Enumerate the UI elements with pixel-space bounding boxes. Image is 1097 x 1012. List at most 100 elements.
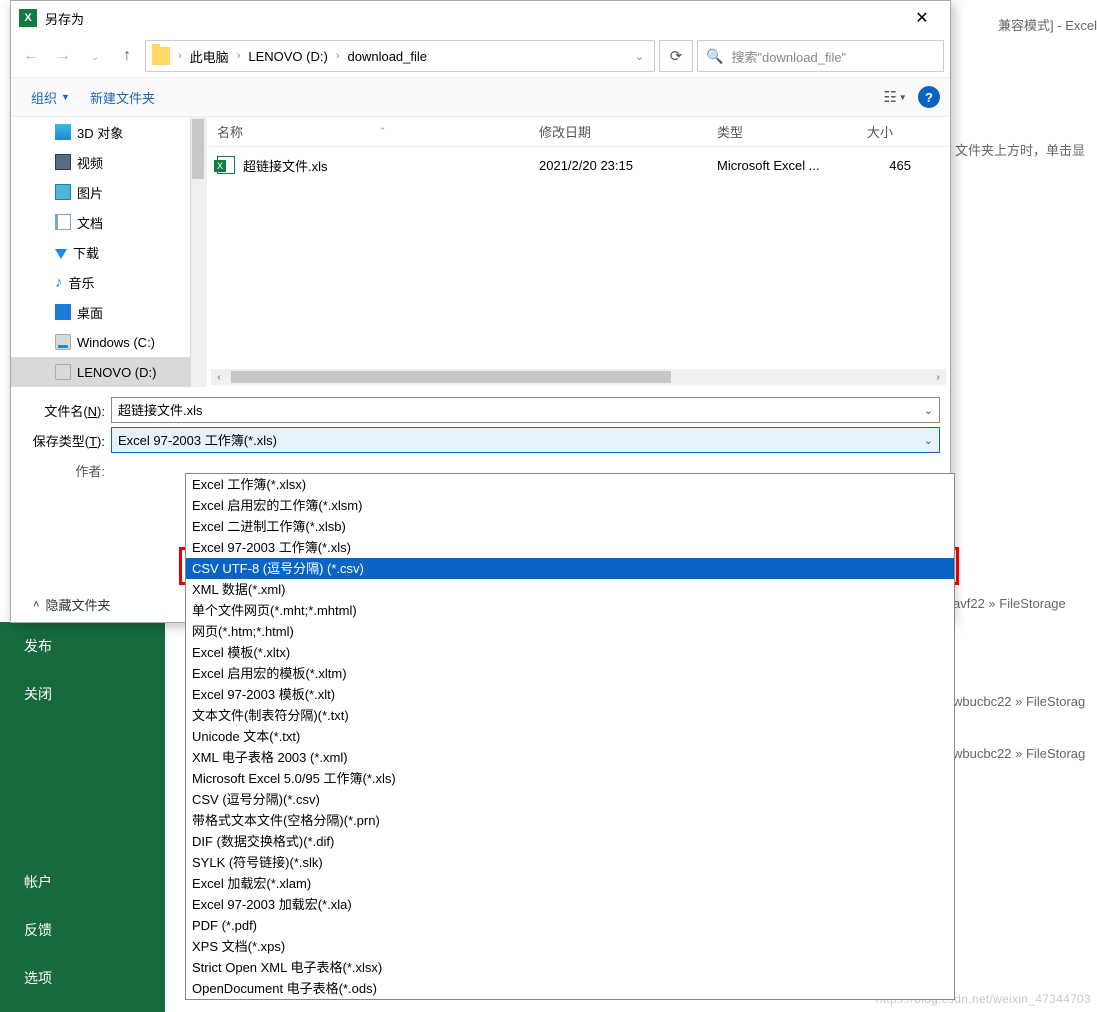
savetype-option[interactable]: XML 电子表格 2003 (*.xml)	[186, 747, 954, 768]
savetype-option[interactable]: 单个文件网页(*.mht;*.mhtml)	[186, 600, 954, 621]
dialog-title: 另存为	[45, 9, 902, 28]
savetype-option[interactable]: Excel 加载宏(*.xlam)	[186, 873, 954, 894]
search-placeholder: 搜索"download_file"	[731, 47, 846, 66]
drive-icon	[55, 364, 71, 380]
tree-drive-d[interactable]: LENOVO (D:)⌄	[11, 357, 206, 387]
scroll-left-icon[interactable]: ‹	[211, 369, 227, 385]
chevron-down-icon[interactable]: ⌄	[631, 50, 648, 63]
breadcrumb-2[interactable]: download_file	[348, 49, 428, 64]
tree-pictures[interactable]: 图片	[11, 177, 206, 207]
tree-music[interactable]: ♪音乐	[11, 267, 206, 297]
folder-tree[interactable]: 3D 对象 视频 图片 文档 下载 ♪音乐 桌面 Windows (C:) LE…	[11, 117, 206, 387]
chevron-up-icon: ˄	[33, 599, 39, 611]
bg-path-2: wbucbc22 » FileStorag	[953, 694, 1085, 709]
bg-hint: 文件夹上方时，单击显	[955, 140, 1085, 159]
savetype-option[interactable]: Excel 97-2003 工作簿(*.xls)	[186, 537, 954, 558]
savetype-option[interactable]: PDF (*.pdf)	[186, 915, 954, 936]
sidebar-options[interactable]: 选项	[0, 954, 165, 1002]
savetype-option[interactable]: Excel 模板(*.xltx)	[186, 642, 954, 663]
savetype-input[interactable]: Excel 97-2003 工作簿(*.xls)⌄	[111, 427, 940, 453]
savetype-option[interactable]: XML 数据(*.xml)	[186, 579, 954, 600]
folder-icon	[152, 47, 170, 65]
excel-icon: X	[19, 9, 37, 27]
chevron-right-icon[interactable]: ›	[233, 50, 245, 62]
list-h-scrollbar[interactable]: ‹ ›	[211, 369, 946, 385]
sidebar-publish[interactable]: 发布	[0, 622, 165, 670]
chevron-down-icon[interactable]: ⌄	[924, 434, 933, 447]
toolbar: 组织 ▼ 新建文件夹 ☷▼ ?	[11, 77, 950, 117]
hide-folders-toggle[interactable]: ˄ 隐藏文件夹	[33, 595, 110, 614]
nav-forward-icon: →	[49, 42, 77, 70]
file-row[interactable]: 超链接文件.xls 2021/2/20 23:15 Microsoft Exce…	[207, 147, 950, 183]
savetype-dropdown[interactable]: Excel 工作簿(*.xlsx)Excel 启用宏的工作簿(*.xlsm)Ex…	[185, 473, 955, 1000]
chevron-down-icon[interactable]: ⌄	[924, 404, 933, 417]
sort-asc-icon: ⌃	[379, 126, 387, 137]
col-name[interactable]: 名称⌃	[207, 117, 529, 146]
tree-documents[interactable]: 文档	[11, 207, 206, 237]
savetype-option[interactable]: CSV UTF-8 (逗号分隔) (*.csv)	[186, 558, 954, 579]
tree-videos[interactable]: 视频	[11, 147, 206, 177]
savetype-option[interactable]: CSV (逗号分隔)(*.csv)	[186, 789, 954, 810]
chevron-right-icon[interactable]: ›	[332, 50, 344, 62]
savetype-option[interactable]: Unicode 文本(*.txt)	[186, 726, 954, 747]
savetype-option[interactable]: Excel 二进制工作簿(*.xlsb)	[186, 516, 954, 537]
new-folder-button[interactable]: 新建文件夹	[80, 84, 165, 111]
tree-downloads[interactable]: 下载	[11, 237, 206, 267]
savetype-option[interactable]: 网页(*.htm;*.html)	[186, 621, 954, 642]
savetype-option[interactable]: 文本文件(制表符分隔)(*.txt)	[186, 705, 954, 726]
breadcrumb-1[interactable]: LENOVO (D:)	[248, 49, 327, 64]
savetype-option[interactable]: Excel 启用宏的模板(*.xltm)	[186, 663, 954, 684]
col-date[interactable]: 修改日期	[529, 117, 707, 146]
scroll-thumb[interactable]	[231, 371, 671, 383]
savetype-option[interactable]: 带格式文本文件(空格分隔)(*.prn)	[186, 810, 954, 831]
savetype-option[interactable]: DIF (数据交换格式)(*.dif)	[186, 831, 954, 852]
address-bar[interactable]: › 此电脑 › LENOVO (D:) › download_file ⌄	[145, 40, 655, 72]
nav-up-icon[interactable]: ↑	[113, 42, 141, 70]
savetype-option[interactable]: SYLK (符号链接)(*.slk)	[186, 852, 954, 873]
search-input[interactable]: 🔍 搜索"download_file"	[697, 40, 944, 72]
refresh-icon[interactable]: ⟳	[659, 40, 693, 72]
search-icon: 🔍	[706, 48, 723, 65]
help-icon[interactable]: ?	[918, 86, 940, 108]
savetype-option[interactable]: Strict Open XML 电子表格(*.xlsx)	[186, 957, 954, 978]
save-as-dialog: X 另存为 ✕ ← → ⌄ ↑ › 此电脑 › LENOVO (D:) › do…	[10, 0, 951, 623]
savetype-option[interactable]: Excel 97-2003 模板(*.xlt)	[186, 684, 954, 705]
col-type[interactable]: 类型	[707, 117, 857, 146]
tree-scrollbar[interactable]	[190, 117, 206, 387]
excel-backstage-sidebar: 发布 关闭 帐户 反馈 选项	[0, 622, 165, 1012]
savetype-option[interactable]: Excel 启用宏的工作簿(*.xlsm)	[186, 495, 954, 516]
close-icon[interactable]: ✕	[902, 4, 942, 32]
col-size[interactable]: 大小	[857, 117, 921, 146]
author-label: 作者:	[21, 457, 105, 480]
savetype-option[interactable]: Excel 工作簿(*.xlsx)	[186, 474, 954, 495]
savetype-label: 保存类型(T):	[21, 431, 105, 450]
chevron-right-icon[interactable]: ›	[174, 50, 186, 62]
tree-drive-c[interactable]: Windows (C:)	[11, 327, 206, 357]
breadcrumb-0[interactable]: 此电脑	[190, 47, 229, 66]
view-mode-icon[interactable]: ☷▼	[880, 86, 910, 108]
nav-recent-caret-icon[interactable]: ⌄	[81, 42, 109, 70]
picture-icon	[55, 184, 71, 200]
desktop-icon	[55, 304, 71, 320]
video-icon	[55, 154, 71, 170]
nav-back-icon[interactable]: ←	[17, 42, 45, 70]
filename-label: 文件名(N):	[21, 401, 105, 420]
3d-icon	[55, 124, 71, 140]
sidebar-close[interactable]: 关闭	[0, 670, 165, 718]
download-icon	[55, 249, 67, 259]
savetype-option[interactable]: OpenDocument 电子表格(*.ods)	[186, 978, 954, 999]
organize-button[interactable]: 组织 ▼	[21, 84, 80, 111]
tree-3d-objects[interactable]: 3D 对象	[11, 117, 206, 147]
file-list[interactable]: 名称⌃ 修改日期 类型 大小 超链接文件.xls 2021/2/20 23:15…	[207, 117, 950, 387]
scroll-right-icon[interactable]: ›	[930, 369, 946, 385]
filename-input[interactable]: 超链接文件.xls⌄	[111, 397, 940, 423]
savetype-option[interactable]: XPS 文档(*.xps)	[186, 936, 954, 957]
sidebar-feedback[interactable]: 反馈	[0, 906, 165, 954]
savetype-option[interactable]: Microsoft Excel 5.0/95 工作簿(*.xls)	[186, 768, 954, 789]
excel-window-title: 兼容模式] - Excel	[998, 15, 1097, 34]
sidebar-account[interactable]: 帐户	[0, 858, 165, 906]
savetype-option[interactable]: Excel 97-2003 加载宏(*.xla)	[186, 894, 954, 915]
bg-path-3: wbucbc22 » FileStorag	[953, 746, 1085, 761]
music-icon: ♪	[55, 274, 63, 291]
tree-desktop[interactable]: 桌面	[11, 297, 206, 327]
